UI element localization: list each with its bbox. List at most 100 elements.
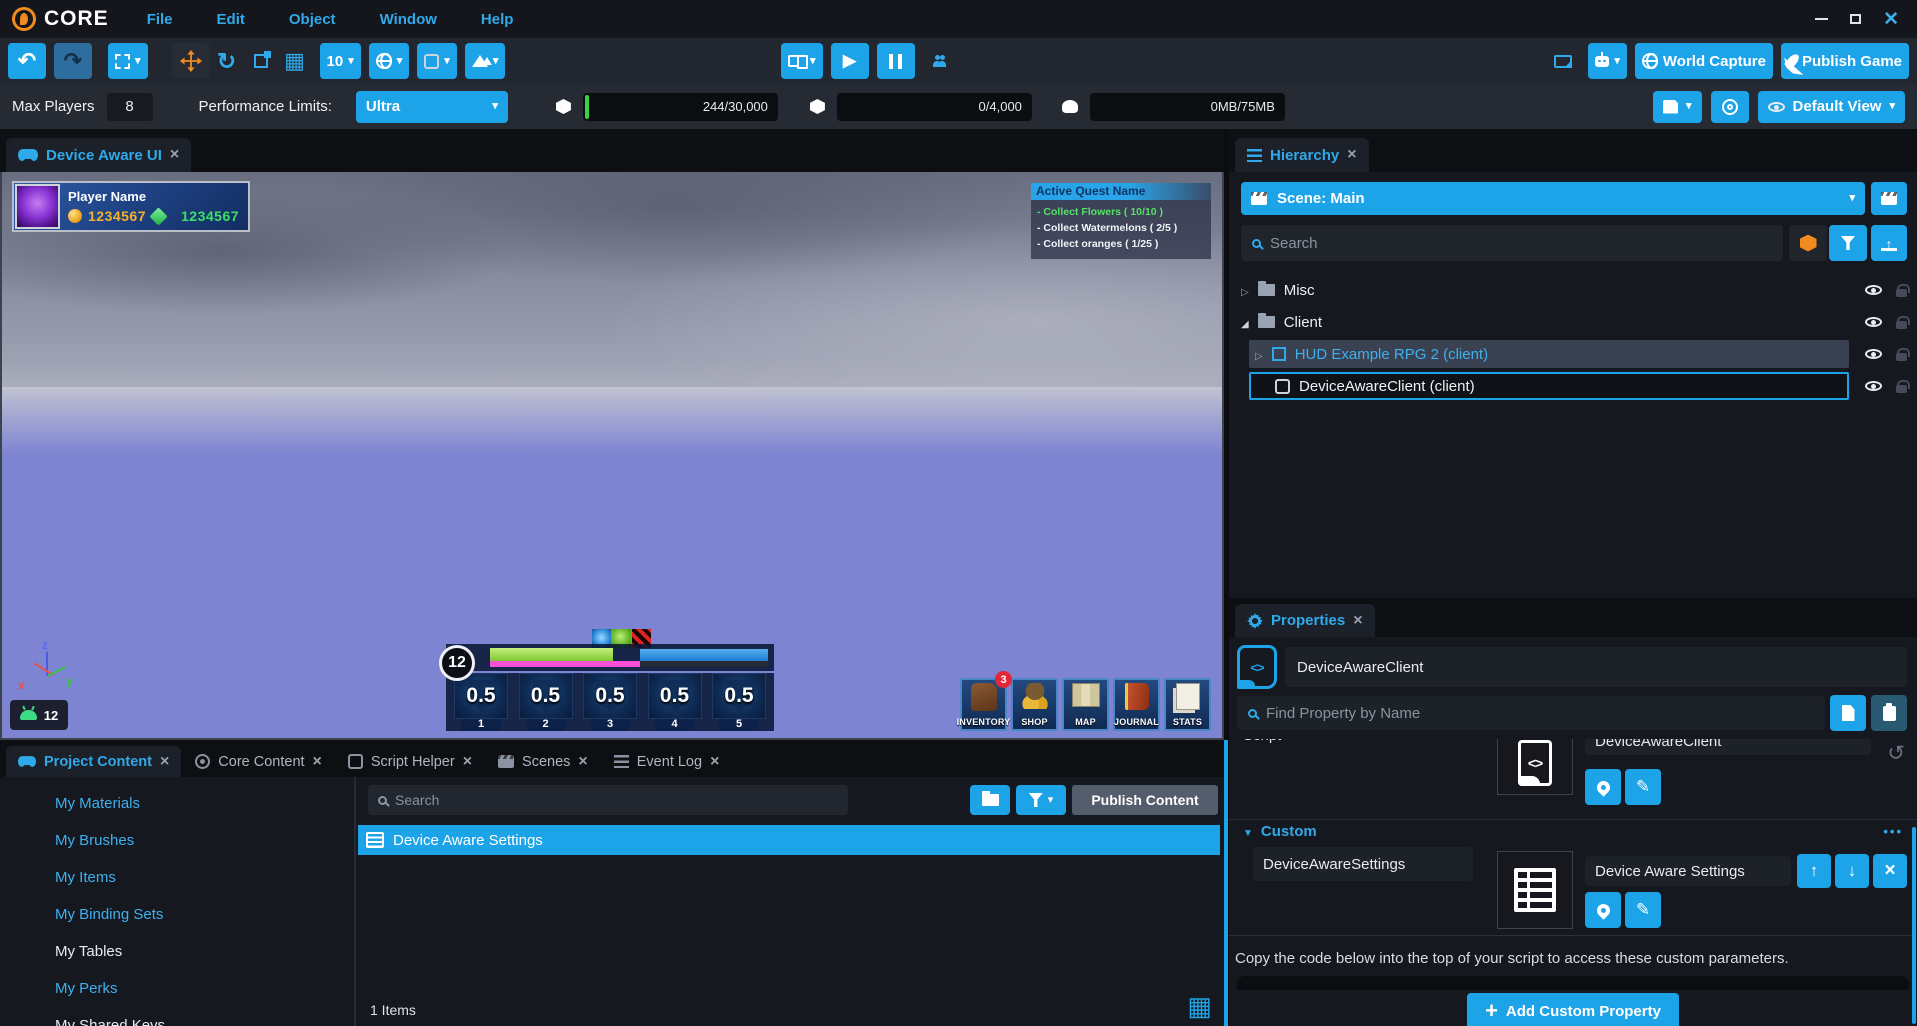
move-tool-button[interactable] xyxy=(172,43,210,79)
hotbar-slot[interactable]: 0.5 4 xyxy=(648,673,702,731)
scene-manager-button[interactable] xyxy=(1871,182,1907,215)
expand-caret-icon[interactable] xyxy=(1255,346,1263,363)
close-tab-icon[interactable] xyxy=(1347,147,1356,163)
screen-capture-button[interactable] xyxy=(1546,43,1580,79)
data-table-thumbnail[interactable] xyxy=(1497,851,1573,929)
tab-properties[interactable]: Properties xyxy=(1235,604,1375,637)
reset-property-icon[interactable] xyxy=(1887,741,1905,766)
hierarchy-filter-button[interactable] xyxy=(1829,225,1867,261)
play-button[interactable] xyxy=(831,43,869,79)
object-name-input[interactable] xyxy=(1285,647,1907,687)
tab-event-log[interactable]: Event Log xyxy=(602,746,732,777)
visibility-eye-icon[interactable] xyxy=(1865,346,1882,362)
publish-game-button[interactable]: Publish Game xyxy=(1781,43,1909,79)
collapse-caret-icon[interactable] xyxy=(1241,314,1249,331)
package-filter-button[interactable] xyxy=(1789,225,1827,261)
lock-icon[interactable] xyxy=(1896,289,1907,297)
menu-help[interactable]: Help xyxy=(481,11,514,28)
tab-hierarchy[interactable]: Hierarchy xyxy=(1235,138,1369,172)
world-space-dropdown[interactable] xyxy=(369,43,410,79)
sidebar-item-my-shared-keys[interactable]: My Shared Keys xyxy=(0,1007,354,1026)
inventory-button[interactable]: 3 INVENTORY xyxy=(960,678,1007,731)
performance-limits-dropdown[interactable]: Ultra xyxy=(356,91,508,123)
section-menu-icon[interactable] xyxy=(1883,823,1903,840)
shop-button[interactable]: SHOP xyxy=(1011,678,1058,731)
close-tab-icon[interactable] xyxy=(160,754,169,770)
viewport-3d[interactable]: Player Name 1234567 1234567 Active Quest… xyxy=(0,172,1224,740)
content-item-selected[interactable]: Device Aware Settings xyxy=(358,825,1220,855)
visibility-eye-icon[interactable] xyxy=(1865,314,1882,330)
help-button[interactable] xyxy=(1711,91,1749,123)
copy-properties-button[interactable] xyxy=(1830,695,1866,731)
hotbar-slot[interactable]: 0.5 3 xyxy=(583,673,637,731)
close-tab-icon[interactable] xyxy=(578,754,587,770)
stats-button[interactable]: STATS xyxy=(1164,678,1211,731)
bot-dropdown[interactable] xyxy=(1588,43,1627,79)
visibility-eye-icon[interactable] xyxy=(1865,378,1882,394)
custom-property-value-input[interactable] xyxy=(1585,856,1791,886)
expand-caret-icon[interactable] xyxy=(1241,282,1249,299)
default-view-dropdown[interactable]: Default View xyxy=(1758,91,1905,123)
sidebar-item-my-tables[interactable]: My Tables xyxy=(0,933,354,970)
tab-core-content[interactable]: Core Content xyxy=(183,746,334,777)
close-tab-icon[interactable] xyxy=(710,754,719,770)
content-search-input[interactable] xyxy=(395,792,838,808)
visibility-eye-icon[interactable] xyxy=(1865,282,1882,298)
undo-button[interactable] xyxy=(8,43,46,79)
lock-icon[interactable] xyxy=(1896,321,1907,329)
scene-dropdown[interactable]: Scene: Main xyxy=(1241,182,1865,215)
lock-icon[interactable] xyxy=(1896,353,1907,361)
menu-edit[interactable]: Edit xyxy=(217,11,245,28)
sidebar-item-my-materials[interactable]: My Materials xyxy=(0,785,354,822)
tree-row-deviceawareclient[interactable]: DeviceAwareClient (client) xyxy=(1229,372,1917,400)
close-tab-icon[interactable] xyxy=(313,754,322,770)
world-capture-button[interactable]: World Capture xyxy=(1635,43,1773,79)
sidebar-item-my-perks[interactable]: My Perks xyxy=(0,970,354,1007)
hotbar-slot[interactable]: 0.5 2 xyxy=(519,673,573,731)
paste-properties-button[interactable] xyxy=(1871,695,1907,731)
find-property-input[interactable] xyxy=(1266,705,1814,722)
delete-property-button[interactable] xyxy=(1873,854,1907,888)
sidebar-item-my-items[interactable]: My Items xyxy=(0,859,354,896)
edit-asset-button[interactable] xyxy=(1625,892,1661,928)
tab-device-aware-ui[interactable]: Device Aware UI xyxy=(6,138,191,172)
scale-tool-button[interactable] xyxy=(244,43,278,79)
multiplayer-preview-button[interactable] xyxy=(923,43,957,79)
grid-snap-button[interactable] xyxy=(278,43,312,79)
add-custom-property-button[interactable]: Add Custom Property xyxy=(1467,993,1679,1026)
find-asset-button[interactable] xyxy=(1585,769,1621,805)
tree-row-misc[interactable]: Misc xyxy=(1229,276,1917,304)
new-folder-button[interactable] xyxy=(970,785,1010,815)
max-players-value[interactable]: 8 xyxy=(107,93,153,121)
script-dropdown[interactable] xyxy=(417,43,457,79)
close-icon[interactable]: ✕ xyxy=(1883,10,1899,29)
tab-project-content[interactable]: Project Content xyxy=(6,746,181,777)
sidebar-item-my-binding-sets[interactable]: My Binding Sets xyxy=(0,896,354,933)
map-button[interactable]: MAP xyxy=(1062,678,1109,731)
pause-button[interactable] xyxy=(877,43,915,79)
terrain-dropdown[interactable] xyxy=(465,43,506,79)
content-filter-dropdown[interactable] xyxy=(1016,785,1066,815)
edit-script-button[interactable] xyxy=(1625,769,1661,805)
tab-script-helper[interactable]: Script Helper xyxy=(336,746,484,777)
rotate-tool-button[interactable] xyxy=(210,43,244,79)
move-property-down-button[interactable] xyxy=(1835,854,1869,888)
close-tab-icon[interactable] xyxy=(170,147,179,163)
properties-scrollbar[interactable] xyxy=(1912,827,1916,1024)
grid-view-toggle-icon[interactable] xyxy=(1187,991,1212,1022)
close-tab-icon[interactable] xyxy=(1353,613,1362,629)
hierarchy-export-button[interactable] xyxy=(1871,225,1907,261)
hierarchy-search-input[interactable] xyxy=(1270,235,1772,252)
menu-file[interactable]: File xyxy=(147,11,173,28)
publish-content-button[interactable]: Publish Content xyxy=(1072,785,1218,815)
hotbar-slot[interactable]: 0.5 5 xyxy=(712,673,766,731)
close-tab-icon[interactable] xyxy=(463,754,472,770)
code-snippet-box[interactable] xyxy=(1237,976,1909,990)
redo-button[interactable] xyxy=(54,43,92,79)
script-asset-thumbnail[interactable] xyxy=(1497,731,1573,795)
custom-property-name-input[interactable] xyxy=(1253,847,1473,881)
maximize-icon[interactable] xyxy=(1850,14,1861,24)
find-asset-button[interactable] xyxy=(1585,892,1621,928)
move-property-up-button[interactable] xyxy=(1797,854,1831,888)
lock-icon[interactable] xyxy=(1896,385,1907,393)
